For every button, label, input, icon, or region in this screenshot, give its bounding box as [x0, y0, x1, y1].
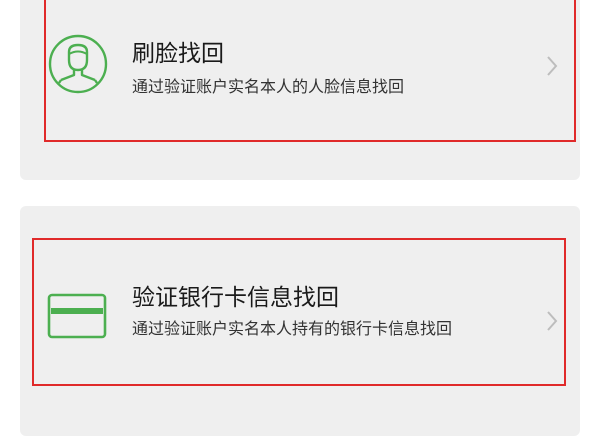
face-option-highlight-box — [44, 0, 576, 142]
bank-card-option-highlight-box — [32, 238, 566, 386]
